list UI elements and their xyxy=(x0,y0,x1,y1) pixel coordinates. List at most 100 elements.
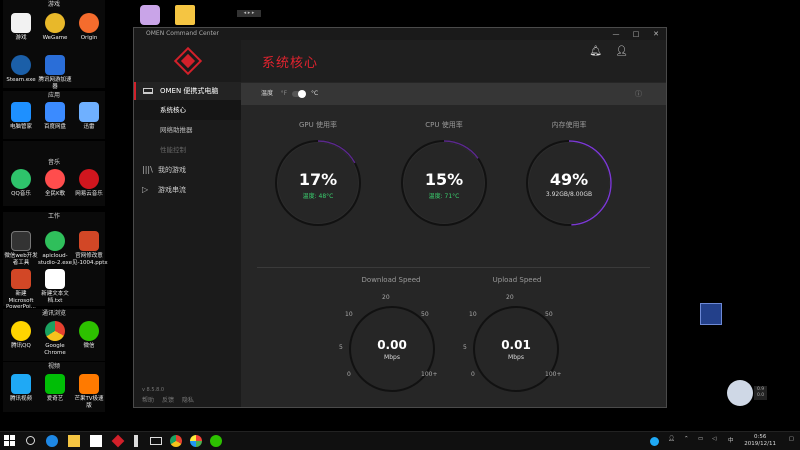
clock[interactable]: 0:56 2019/12/11 xyxy=(744,434,776,448)
memory-usage-label: 内存使用率 xyxy=(551,121,587,129)
desktop-icon-apicloud[interactable]: apicloud-studio-2.exe xyxy=(38,231,72,266)
nav-omen-laptop[interactable]: OMEN 便携式电脑 xyxy=(134,82,241,100)
desktop-icon-iqiyi[interactable]: 爱奇艺 xyxy=(38,374,72,403)
desktop-icon-new-ppt[interactable]: 新建Microsoft PowerPoi... xyxy=(4,269,38,311)
search-icon[interactable] xyxy=(26,436,35,445)
qqmusic-icon xyxy=(11,169,31,189)
desktop-icon-chrome[interactable]: Google Chrome xyxy=(38,321,72,356)
desktop-icon-qqmusic[interactable]: QQ音乐 xyxy=(4,169,38,198)
folder-icon xyxy=(11,13,31,33)
group-title: 音乐 xyxy=(47,159,60,166)
edge-icon[interactable] xyxy=(46,435,58,447)
omen-logo-icon xyxy=(173,46,202,76)
volume-icon[interactable]: ◁ xyxy=(712,436,716,442)
apicloud-icon xyxy=(45,231,65,251)
window-titlebar[interactable]: OMEN Command Center — □ ✕ xyxy=(134,28,666,40)
wechat-taskbar-icon[interactable] xyxy=(210,435,222,447)
privacy-link[interactable]: 隐私 xyxy=(182,397,194,404)
origin-icon xyxy=(79,13,99,33)
desktop-icon-mangotv[interactable]: 芒果TV极速版 xyxy=(72,374,106,409)
dl-tick-5: 5 xyxy=(339,344,343,351)
network-speed-widget[interactable]: 0.9 0.0 xyxy=(727,376,777,406)
ul-tick-5: 5 xyxy=(463,344,467,351)
maximize-button[interactable]: □ xyxy=(626,28,646,40)
tool-icon[interactable] xyxy=(134,435,138,447)
file-explorer-icon[interactable] xyxy=(68,435,80,447)
omen-logo xyxy=(134,40,241,82)
unit-celsius[interactable]: °C xyxy=(311,90,318,97)
nav-game-streaming[interactable]: ▷ 游戏串流 xyxy=(134,180,241,200)
desktop-icon-qq[interactable]: 腾讯QQ xyxy=(4,321,38,350)
cpu-usage-value: 15% xyxy=(424,170,464,189)
memory-usage-value: 49% xyxy=(549,170,589,189)
group-title: 视频 xyxy=(47,363,60,370)
desktop-icon-new-txt[interactable]: 新建文本文档.txt xyxy=(38,269,72,304)
desktop-icon-pcmanager[interactable]: 电脑管家 xyxy=(4,102,38,131)
notification-icon[interactable]: ▢ xyxy=(789,436,794,442)
omen-taskbar-icon[interactable] xyxy=(111,434,125,448)
dl-tick-0: 0 xyxy=(347,371,351,378)
ul-tick-50: 50 xyxy=(545,311,553,318)
desktop-icon-wechat-devtools[interactable]: 微信web开发者工具 xyxy=(4,231,38,266)
desktop-icon-tencentvideo[interactable]: 腾讯视频 xyxy=(4,374,38,403)
qq-icon xyxy=(11,321,31,341)
feedback-link[interactable]: 反馈 xyxy=(162,397,174,404)
download-speed-unit: Mbps xyxy=(384,354,400,361)
network-stats: 0.9 0.0 xyxy=(754,386,768,400)
nav-system-core[interactable]: 系统核心 xyxy=(134,100,241,120)
upload-speed-value: 0.01 xyxy=(501,338,531,352)
desktop-icon-quanmink[interactable]: 全民K歌 xyxy=(38,169,72,198)
help-link[interactable]: 帮助 xyxy=(142,397,154,404)
gpu-usage-gauge: 17% 温度: 48°C xyxy=(275,140,361,226)
people-icon[interactable]: 👤︎ xyxy=(668,436,675,442)
app-shortcut-icon[interactable] xyxy=(140,5,160,25)
windows-start-icon[interactable] xyxy=(4,435,16,447)
chrome-taskbar-icon[interactable] xyxy=(170,435,182,447)
pcmanager-icon xyxy=(11,102,31,122)
minimize-button[interactable]: — xyxy=(606,28,626,40)
text-file-icon xyxy=(45,269,65,289)
mail-icon[interactable] xyxy=(150,437,162,445)
desktop-icon-pptx[interactable]: 官网修改意见-1004.pptx xyxy=(72,231,108,266)
mini-toolbar[interactable]: ◂ ▸ ▸ xyxy=(237,10,261,17)
section-divider xyxy=(257,267,650,268)
network-icon[interactable]: ▭ xyxy=(698,436,703,442)
wegame-icon xyxy=(45,13,65,33)
group-title: 通讯浏览 xyxy=(41,310,66,317)
desktop-icon-steam[interactable]: Steam.exe xyxy=(4,55,38,84)
desktop-icon-wechat[interactable]: 微信 xyxy=(72,321,106,350)
group-title: 工作 xyxy=(47,213,60,220)
sidebar-footer-links: 帮助 反馈 隐私 xyxy=(142,395,200,404)
nav-my-games[interactable]: |||\ 我的游戏 xyxy=(134,160,241,180)
folder-icon[interactable] xyxy=(175,5,195,25)
desktop-icon-accelerator[interactable]: 腾讯网游加速器 xyxy=(38,55,72,90)
desktop-icon-origin[interactable]: Origin xyxy=(72,13,106,42)
info-icon[interactable]: ⓘ xyxy=(635,83,642,105)
upload-speed-gauge: 0.01 Mbps xyxy=(473,306,559,392)
cpu-usage-label: CPU 使用率 xyxy=(425,121,463,129)
floating-widget-icon[interactable] xyxy=(700,303,722,325)
chevron-up-icon[interactable]: ⌃ xyxy=(684,436,689,442)
bell-icon[interactable]: 🔔︎ xyxy=(589,46,602,57)
page-title: 系统核心 xyxy=(262,56,319,71)
store-icon[interactable] xyxy=(90,435,102,447)
ime-indicator[interactable]: 中 xyxy=(728,436,734,444)
download-speed-value: 0.00 xyxy=(377,338,407,352)
unit-fahrenheit[interactable]: °F xyxy=(281,90,287,97)
user-icon[interactable]: 👤︎ xyxy=(615,46,628,57)
close-button[interactable]: ✕ xyxy=(646,28,666,40)
nav-network-booster[interactable]: 网络助推器 xyxy=(134,120,241,140)
desktop-icon-baidupan[interactable]: 百度网盘 xyxy=(38,102,72,131)
photos-icon[interactable] xyxy=(190,435,202,447)
temperature-unit-toggle[interactable] xyxy=(292,89,307,98)
desktop-group-video: 视频 腾讯视频 爱奇艺 芒果TV极速版 xyxy=(3,362,105,412)
desktop-icon-wegame[interactable]: WeGame xyxy=(38,13,72,42)
desktop-icon-neteasemusic[interactable]: 网易云音乐 xyxy=(72,169,106,198)
desktop-icon-xunlei[interactable]: 迅雷 xyxy=(72,102,106,131)
memory-amount-value: 3.92GB/8.00GB xyxy=(545,191,593,198)
tray-app-icon[interactable] xyxy=(650,437,659,446)
gpu-usage-label: GPU 使用率 xyxy=(299,121,337,129)
quanmink-icon xyxy=(45,169,65,189)
desktop-group-work: 工作 微信web开发者工具 apicloud-studio-2.exe 官网修改… xyxy=(3,212,108,310)
desktop-icon-games[interactable]: 游戏 xyxy=(4,13,38,42)
